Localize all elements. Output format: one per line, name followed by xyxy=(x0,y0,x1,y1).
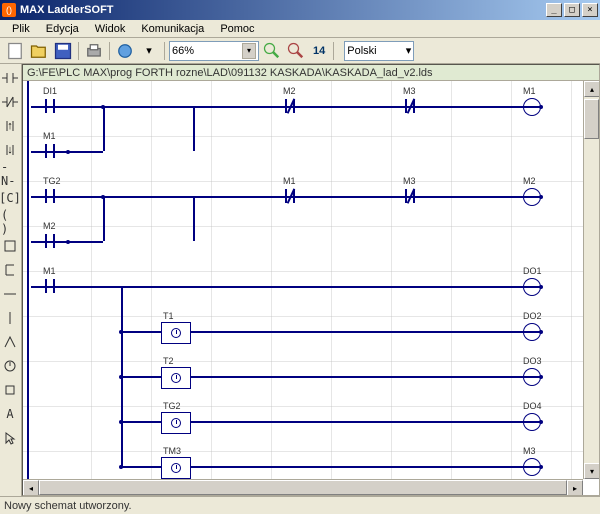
element-label: TG2 xyxy=(43,176,61,186)
scroll-thumb[interactable] xyxy=(39,480,567,495)
tool-text[interactable]: A xyxy=(0,402,20,426)
ladder-canvas[interactable]: DI1 M2 M3 M1 M1 TG2 M1 M3 M2 M2 M1 DO1 T1 DO2 T2 DO3 TG2… xyxy=(23,81,583,479)
chevron-down-icon[interactable]: ▾ xyxy=(406,44,412,57)
language-combo[interactable]: Polski ▾ xyxy=(344,41,414,61)
scroll-right-button[interactable]: ▸ xyxy=(567,480,583,496)
ladder-element[interactable] xyxy=(281,97,299,115)
language-value: Polski xyxy=(347,45,405,57)
ladder-element[interactable] xyxy=(41,187,59,205)
tool-contact-n[interactable]: ↓ xyxy=(0,138,20,162)
scroll-left-button[interactable]: ◂ xyxy=(23,480,39,496)
element-label: DO4 xyxy=(523,401,542,411)
element-label: T2 xyxy=(163,356,174,366)
element-label: TM3 xyxy=(163,446,181,456)
scroll-down-button[interactable]: ▾ xyxy=(584,463,600,479)
element-label: M1 xyxy=(523,86,536,96)
statusbar: Nowy schemat utworzony. xyxy=(0,496,600,514)
tool-contact-nc[interactable] xyxy=(0,90,20,114)
file-path: G:\FE\PLC MAX\prog FORTH rozne\LAD\09113… xyxy=(27,67,433,79)
element-label: DO3 xyxy=(523,356,542,366)
save-button[interactable] xyxy=(52,40,74,62)
rung-number: 14 xyxy=(313,45,325,57)
separator xyxy=(78,42,79,60)
status-text: Nowy schemat utworzony. xyxy=(4,500,132,512)
tool-contact-p[interactable]: ↑ xyxy=(0,114,20,138)
element-label: M1 xyxy=(283,176,296,186)
tool-branch[interactable] xyxy=(0,258,20,282)
ladder-element[interactable] xyxy=(41,142,59,160)
menu-plik[interactable]: Plik xyxy=(4,21,38,37)
titlebar: () MAX LadderSOFT _ □ × xyxy=(0,0,600,20)
path-bar: G:\FE\PLC MAX\prog FORTH rozne\LAD\09113… xyxy=(23,65,599,81)
element-label: M1 xyxy=(43,266,56,276)
ladder-element[interactable] xyxy=(281,187,299,205)
diagram-area: G:\FE\PLC MAX\prog FORTH rozne\LAD\09113… xyxy=(22,64,600,496)
toolbar: ▾ ▾ 14 Polski ▾ xyxy=(0,38,600,64)
tool-compare[interactable]: [C] xyxy=(0,186,20,210)
element-label: TG2 xyxy=(163,401,181,411)
menu-edycja[interactable]: Edycja xyxy=(38,21,87,37)
chevron-down-icon[interactable]: ▾ xyxy=(242,43,256,59)
separator xyxy=(333,42,334,60)
tool-contact-no[interactable] xyxy=(0,66,20,90)
zoom-out-button[interactable] xyxy=(285,40,307,62)
workspace: ↑ ↓ -N- [C] ( ) A G:\FE\PLC MAX\prog FOR… xyxy=(0,64,600,496)
open-button[interactable] xyxy=(28,40,50,62)
element-label: DI1 xyxy=(43,86,57,96)
tool-coil[interactable]: ( ) xyxy=(0,210,20,234)
app-icon: () xyxy=(2,3,16,17)
element-label: M2 xyxy=(43,221,56,231)
dropdown-icon[interactable]: ▾ xyxy=(138,40,160,62)
minimize-button[interactable]: _ xyxy=(546,3,562,17)
app-title: MAX LadderSOFT xyxy=(20,4,544,16)
settings-button[interactable] xyxy=(114,40,136,62)
print-button[interactable] xyxy=(83,40,105,62)
menubar: Plik Edycja Widok Komunikacja Pomoc xyxy=(0,20,600,38)
ladder-element[interactable] xyxy=(41,97,59,115)
svg-text:↑: ↑ xyxy=(7,120,13,132)
new-button[interactable] xyxy=(4,40,26,62)
separator xyxy=(164,42,165,60)
zoom-in-button[interactable] xyxy=(261,40,283,62)
tool-function[interactable] xyxy=(0,234,20,258)
element-label: M2 xyxy=(283,86,296,96)
element-label: M3 xyxy=(403,86,416,96)
horizontal-scrollbar[interactable]: ◂ ▸ xyxy=(23,479,583,495)
ladder-element[interactable] xyxy=(161,412,191,434)
ladder-element[interactable] xyxy=(401,187,419,205)
close-button[interactable]: × xyxy=(582,3,598,17)
element-label: M2 xyxy=(523,176,536,186)
menu-pomoc[interactable]: Pomoc xyxy=(212,21,262,37)
ladder-element[interactable] xyxy=(401,97,419,115)
element-label: T1 xyxy=(163,311,174,321)
ladder-element[interactable] xyxy=(41,232,59,250)
scroll-thumb[interactable] xyxy=(584,99,599,139)
scroll-up-button[interactable]: ▴ xyxy=(584,81,600,97)
tool-timer[interactable] xyxy=(0,354,20,378)
tool-counter[interactable] xyxy=(0,378,20,402)
tool-palette: ↑ ↓ -N- [C] ( ) A xyxy=(0,64,22,496)
zoom-input[interactable] xyxy=(172,45,242,57)
tool-hline[interactable] xyxy=(0,282,20,306)
svg-text:↓: ↓ xyxy=(7,144,13,156)
menu-widok[interactable]: Widok xyxy=(87,21,134,37)
element-label: DO1 xyxy=(523,266,542,276)
tool-vline[interactable] xyxy=(0,306,20,330)
element-label: M1 xyxy=(43,131,56,141)
ladder-element[interactable] xyxy=(161,322,191,344)
tool-select[interactable] xyxy=(0,426,20,450)
element-label: DO2 xyxy=(523,311,542,321)
vertical-scrollbar[interactable]: ▴ ▾ xyxy=(583,81,599,479)
zoom-combo[interactable]: ▾ xyxy=(169,41,259,61)
menu-komunikacja[interactable]: Komunikacja xyxy=(133,21,212,37)
maximize-button[interactable]: □ xyxy=(564,3,580,17)
separator xyxy=(109,42,110,60)
ladder-element[interactable] xyxy=(161,367,191,389)
tool-not[interactable]: -N- xyxy=(0,162,20,186)
tool-jump[interactable] xyxy=(0,330,20,354)
ladder-element[interactable] xyxy=(41,277,59,295)
element-label: M3 xyxy=(403,176,416,186)
element-label: M3 xyxy=(523,446,536,456)
ladder-element[interactable] xyxy=(161,457,191,479)
